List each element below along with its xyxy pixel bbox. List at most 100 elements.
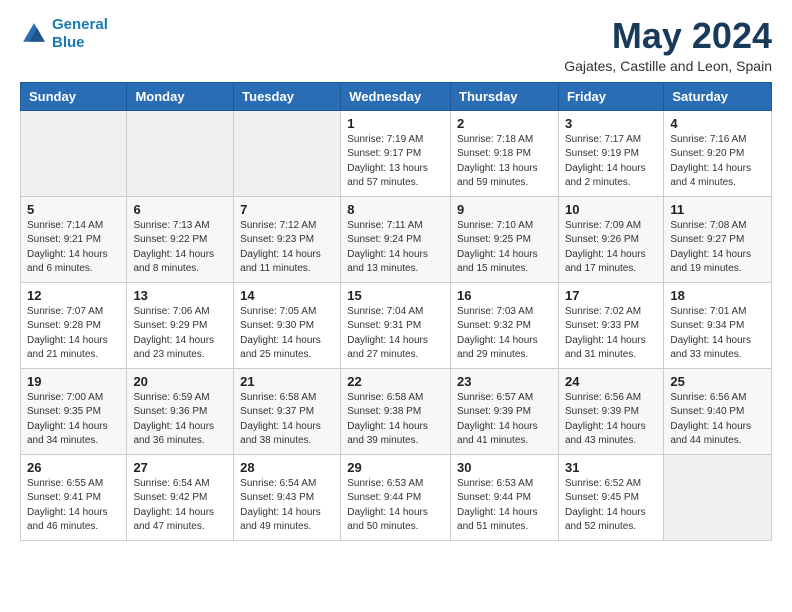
- table-row: 14 Sunrise: 7:05 AMSunset: 9:30 PMDayligh…: [234, 282, 341, 368]
- day-info: Sunrise: 6:56 AMSunset: 9:39 PMDaylight:…: [565, 391, 657, 449]
- day-number: 25: [670, 374, 765, 389]
- day-number: 31: [565, 460, 657, 475]
- day-number: 1: [347, 116, 444, 131]
- table-row: 12 Sunrise: 7:07 AMSunset: 9:28 PMDayligh…: [21, 282, 127, 368]
- day-number: 10: [565, 202, 657, 217]
- day-number: 19: [27, 374, 120, 389]
- logo-text: General Blue: [52, 16, 108, 52]
- table-row: [664, 454, 772, 540]
- day-number: 29: [347, 460, 444, 475]
- table-row: 11 Sunrise: 7:08 AMSunset: 9:27 PMDayligh…: [664, 196, 772, 282]
- day-number: 11: [670, 202, 765, 217]
- day-number: 30: [457, 460, 552, 475]
- day-info: Sunrise: 6:54 AMSunset: 9:43 PMDaylight:…: [240, 477, 334, 535]
- day-info: Sunrise: 6:58 AMSunset: 9:38 PMDaylight:…: [347, 391, 444, 449]
- day-number: 4: [670, 116, 765, 131]
- table-row: 22 Sunrise: 6:58 AMSunset: 9:38 PMDayligh…: [341, 368, 451, 454]
- table-row: 15 Sunrise: 7:04 AMSunset: 9:31 PMDayligh…: [341, 282, 451, 368]
- calendar: Sunday Monday Tuesday Wednesday Thursday…: [20, 82, 772, 541]
- table-row: 7Sunrise: 7:12 AMSunset: 9:23 PMDaylight…: [234, 196, 341, 282]
- day-number: 23: [457, 374, 552, 389]
- day-info: Sunrise: 6:58 AMSunset: 9:37 PMDaylight:…: [240, 391, 334, 449]
- day-info: Sunrise: 6:54 AMSunset: 9:42 PMDaylight:…: [133, 477, 227, 535]
- table-row: 20 Sunrise: 6:59 AMSunset: 9:36 PMDayligh…: [127, 368, 234, 454]
- col-friday: Friday: [558, 82, 663, 110]
- table-row: 17 Sunrise: 7:02 AMSunset: 9:33 PMDayligh…: [558, 282, 663, 368]
- day-info: Sunrise: 7:10 AMSunset: 9:25 PMDaylight:…: [457, 219, 552, 277]
- day-number: 5: [27, 202, 120, 217]
- day-info: Sunrise: 7:11 AMSunset: 9:24 PMDaylight:…: [347, 219, 444, 277]
- day-number: 26: [27, 460, 120, 475]
- table-row: 27 Sunrise: 6:54 AMSunset: 9:42 PMDayligh…: [127, 454, 234, 540]
- table-row: 28Sunrise: 6:54 AMSunset: 9:43 PMDayligh…: [234, 454, 341, 540]
- day-info: Sunrise: 7:06 AMSunset: 9:29 PMDaylight:…: [133, 305, 227, 363]
- calendar-week-row: 12 Sunrise: 7:07 AMSunset: 9:28 PMDayligh…: [21, 282, 772, 368]
- logo-line1: General: [52, 16, 108, 33]
- calendar-week-row: 5 Sunrise: 7:14 AMSunset: 9:21 PMDaylight…: [21, 196, 772, 282]
- day-number: 22: [347, 374, 444, 389]
- day-info: Sunrise: 7:04 AMSunset: 9:31 PMDaylight:…: [347, 305, 444, 363]
- table-row: [234, 110, 341, 196]
- table-row: 30Sunrise: 6:53 AMSunset: 9:44 PMDayligh…: [451, 454, 559, 540]
- day-info: Sunrise: 6:53 AMSunset: 9:44 PMDaylight:…: [347, 477, 444, 535]
- day-number: 18: [670, 288, 765, 303]
- table-row: 18Sunrise: 7:01 AMSunset: 9:34 PMDayligh…: [664, 282, 772, 368]
- day-info: Sunrise: 6:56 AMSunset: 9:40 PMDaylight:…: [670, 391, 765, 449]
- day-number: 12: [27, 288, 120, 303]
- table-row: 10 Sunrise: 7:09 AMSunset: 9:26 PMDayligh…: [558, 196, 663, 282]
- table-row: 8 Sunrise: 7:11 AMSunset: 9:24 PMDaylight…: [341, 196, 451, 282]
- day-number: 2: [457, 116, 552, 131]
- table-row: [127, 110, 234, 196]
- table-row: [21, 110, 127, 196]
- day-number: 7: [240, 202, 334, 217]
- table-row: 29 Sunrise: 6:53 AMSunset: 9:44 PMDayligh…: [341, 454, 451, 540]
- day-info: Sunrise: 6:57 AMSunset: 9:39 PMDaylight:…: [457, 391, 552, 449]
- day-number: 20: [133, 374, 227, 389]
- day-info: Sunrise: 6:59 AMSunset: 9:36 PMDaylight:…: [133, 391, 227, 449]
- table-row: 23 Sunrise: 6:57 AMSunset: 9:39 PMDayligh…: [451, 368, 559, 454]
- day-info: Sunrise: 7:18 AMSunset: 9:18 PMDaylight:…: [457, 133, 552, 191]
- page: General Blue May 2024 Gajates, Castille …: [0, 0, 792, 557]
- day-info: Sunrise: 7:07 AMSunset: 9:28 PMDaylight:…: [27, 305, 120, 363]
- day-number: 14: [240, 288, 334, 303]
- day-info: Sunrise: 7:09 AMSunset: 9:26 PMDaylight:…: [565, 219, 657, 277]
- col-thursday: Thursday: [451, 82, 559, 110]
- day-number: 6: [133, 202, 227, 217]
- col-saturday: Saturday: [664, 82, 772, 110]
- day-number: 13: [133, 288, 227, 303]
- table-row: 1 Sunrise: 7:19 AMSunset: 9:17 PMDaylight…: [341, 110, 451, 196]
- table-row: 25 Sunrise: 6:56 AMSunset: 9:40 PMDayligh…: [664, 368, 772, 454]
- table-row: 9 Sunrise: 7:10 AMSunset: 9:25 PMDaylight…: [451, 196, 559, 282]
- day-number: 9: [457, 202, 552, 217]
- col-monday: Monday: [127, 82, 234, 110]
- title-block: May 2024 Gajates, Castille and Leon, Spa…: [564, 16, 772, 74]
- subtitle: Gajates, Castille and Leon, Spain: [564, 58, 772, 74]
- table-row: 21 Sunrise: 6:58 AMSunset: 9:37 PMDayligh…: [234, 368, 341, 454]
- day-number: 3: [565, 116, 657, 131]
- day-info: Sunrise: 7:16 AMSunset: 9:20 PMDaylight:…: [670, 133, 765, 191]
- day-info: Sunrise: 7:14 AMSunset: 9:21 PMDaylight:…: [27, 219, 120, 277]
- table-row: 19 Sunrise: 7:00 AMSunset: 9:35 PMDayligh…: [21, 368, 127, 454]
- day-info: Sunrise: 7:19 AMSunset: 9:17 PMDaylight:…: [347, 133, 444, 191]
- day-number: 8: [347, 202, 444, 217]
- day-number: 24: [565, 374, 657, 389]
- day-number: 15: [347, 288, 444, 303]
- calendar-week-row: 1 Sunrise: 7:19 AMSunset: 9:17 PMDaylight…: [21, 110, 772, 196]
- day-info: Sunrise: 7:17 AMSunset: 9:19 PMDaylight:…: [565, 133, 657, 191]
- day-info: Sunrise: 7:00 AMSunset: 9:35 PMDaylight:…: [27, 391, 120, 449]
- table-row: 3 Sunrise: 7:17 AMSunset: 9:19 PMDaylight…: [558, 110, 663, 196]
- day-info: Sunrise: 7:05 AMSunset: 9:30 PMDaylight:…: [240, 305, 334, 363]
- calendar-week-row: 26Sunrise: 6:55 AMSunset: 9:41 PMDayligh…: [21, 454, 772, 540]
- col-wednesday: Wednesday: [341, 82, 451, 110]
- day-info: Sunrise: 7:08 AMSunset: 9:27 PMDaylight:…: [670, 219, 765, 277]
- day-number: 21: [240, 374, 334, 389]
- table-row: 5 Sunrise: 7:14 AMSunset: 9:21 PMDaylight…: [21, 196, 127, 282]
- day-number: 27: [133, 460, 227, 475]
- day-info: Sunrise: 7:02 AMSunset: 9:33 PMDaylight:…: [565, 305, 657, 363]
- day-info: Sunrise: 6:52 AMSunset: 9:45 PMDaylight:…: [565, 477, 657, 535]
- table-row: 24 Sunrise: 6:56 AMSunset: 9:39 PMDayligh…: [558, 368, 663, 454]
- day-info: Sunrise: 7:13 AMSunset: 9:22 PMDaylight:…: [133, 219, 227, 277]
- day-number: 16: [457, 288, 552, 303]
- calendar-header-row: Sunday Monday Tuesday Wednesday Thursday…: [21, 82, 772, 110]
- day-number: 17: [565, 288, 657, 303]
